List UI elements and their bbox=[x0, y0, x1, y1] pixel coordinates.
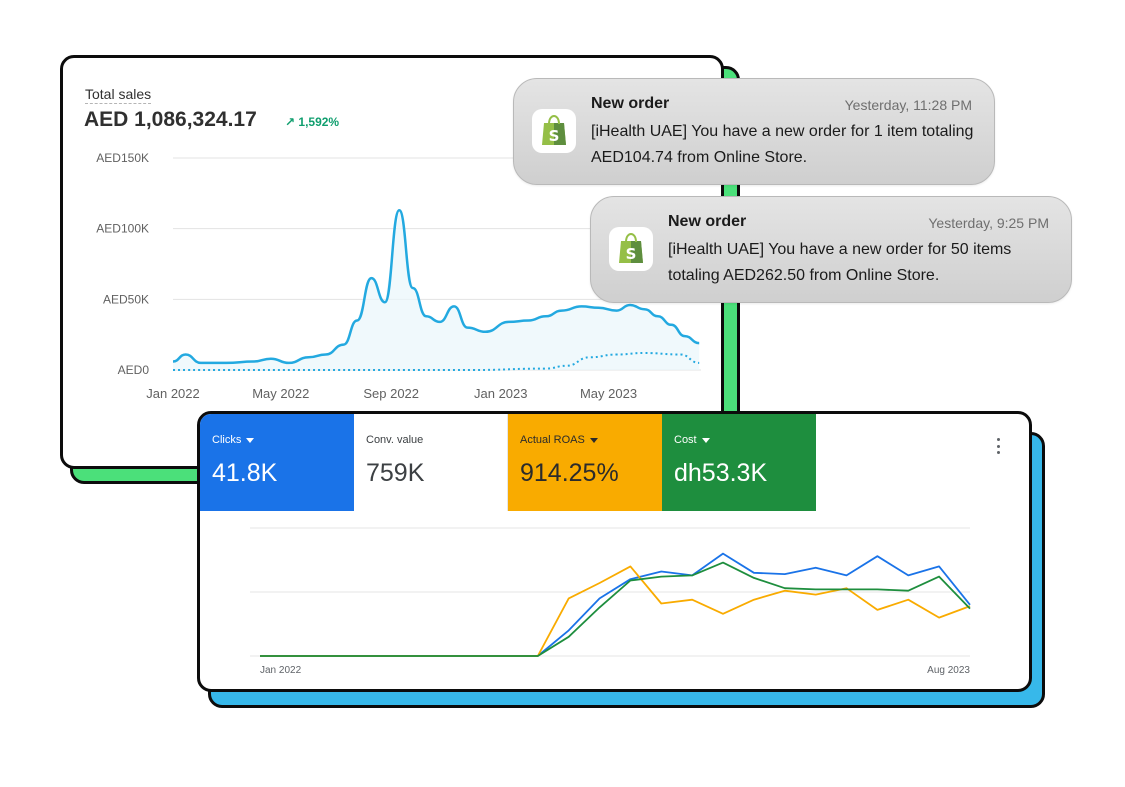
series-line-cost bbox=[260, 561, 971, 657]
shopify-bag-icon: S bbox=[532, 109, 576, 153]
notification-body: [iHealth UAE] You have a new order for 5… bbox=[668, 241, 1012, 284]
x-tick-label: Jan 2023 bbox=[474, 386, 528, 401]
notification-title: New order bbox=[668, 213, 747, 230]
notification-title: New order bbox=[591, 95, 670, 112]
new-order-notification-1[interactable]: S New order Yesterday, 11:28 PM [iHealth… bbox=[513, 78, 995, 185]
shopify-bag-icon: S bbox=[609, 227, 653, 271]
ads-line-chart: Jan 2022 Aug 2023 bbox=[250, 527, 971, 676]
x-tick-label: Sep 2022 bbox=[363, 386, 419, 401]
svg-text:S: S bbox=[549, 127, 560, 145]
notification-time: Yesterday, 11:28 PM bbox=[844, 97, 972, 113]
svg-text:S: S bbox=[626, 245, 637, 263]
notification-time: Yesterday, 9:25 PM bbox=[928, 215, 1049, 231]
y-tick-label: AED150K bbox=[96, 151, 149, 165]
y-tick-label: AED100K bbox=[96, 222, 149, 236]
y-tick-label: AED0 bbox=[118, 363, 150, 377]
x-tick-label: Jan 2022 bbox=[146, 386, 200, 401]
y-tick-label: AED50K bbox=[103, 292, 149, 306]
x-tick-label: May 2023 bbox=[580, 386, 637, 401]
series-line-clicks bbox=[260, 552, 971, 657]
x-tick-label: Aug 2023 bbox=[927, 665, 970, 676]
x-tick-label: May 2022 bbox=[252, 386, 309, 401]
notification-body: [iHealth UAE] You have a new order for 1… bbox=[591, 123, 974, 166]
x-tick-label: Jan 2022 bbox=[260, 665, 302, 676]
ads-performance-card: Clicks 41.8K Conv. value 759K Actual ROA… bbox=[197, 411, 1032, 692]
new-order-notification-2[interactable]: S New order Yesterday, 9:25 PM [iHealth … bbox=[590, 196, 1072, 303]
series-line-actual-roas bbox=[260, 565, 971, 657]
